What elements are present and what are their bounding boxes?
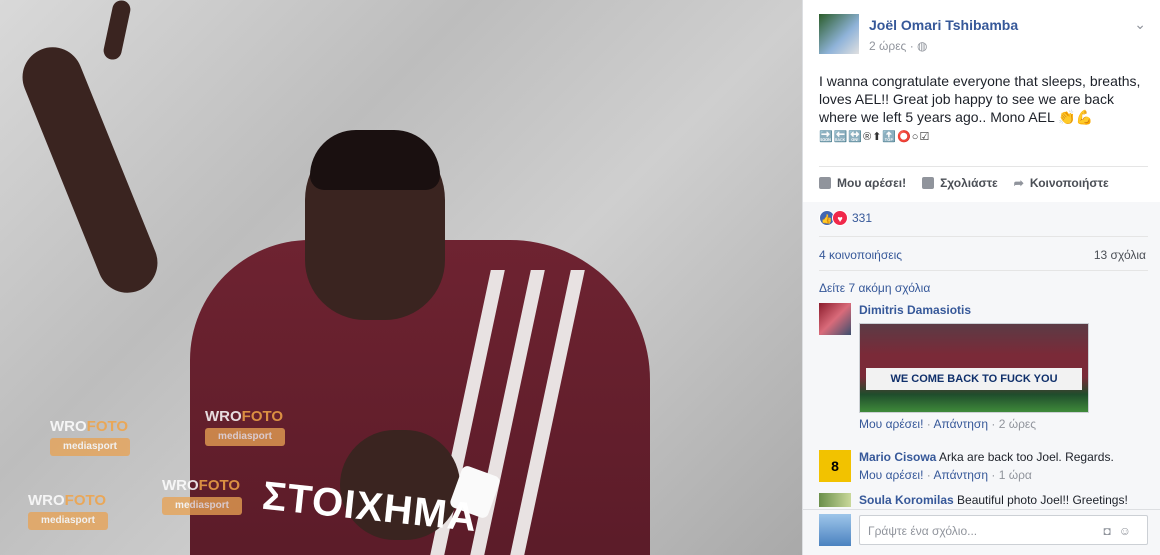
comment-text: Beautiful photo Joel!! Greetings! xyxy=(957,493,1128,507)
post-photo[interactable]: ΣΤΟΙΧΗΜΑ WROFOTO mediasport WROFOTO medi… xyxy=(0,0,802,555)
post-time[interactable]: 2 ώρες xyxy=(869,39,906,53)
like-button[interactable]: Μου αρέσει! xyxy=(819,176,906,190)
engagement-counts: 4 κοινοποιήσεις 13 σχόλια xyxy=(819,248,1146,262)
post-meta: 2 ώρες · ◍ xyxy=(869,39,1018,53)
shares-count[interactable]: 4 κοινοποιήσεις xyxy=(819,248,902,262)
commenter-name[interactable]: Dimitris Damasiotis xyxy=(859,303,1089,317)
comment-time[interactable]: 1 ώρα xyxy=(999,468,1032,482)
commenter-avatar[interactable] xyxy=(819,303,851,335)
image-banner-text: WE COME BACK TO FUCK YOU xyxy=(866,368,1082,390)
comment-item: Dimitris Damasiotis WE COME BACK TO FUCK… xyxy=(819,303,1089,431)
comment-like-link[interactable]: Μου αρέσει! xyxy=(859,417,923,431)
share-label: Κοινοποιήστε xyxy=(1029,176,1109,190)
commenter-avatar[interactable] xyxy=(819,493,851,507)
share-button[interactable]: ➦ Κοινοποιήστε xyxy=(1014,176,1109,190)
post-header: Joël Omari Tshibamba 2 ώρες · ◍ xyxy=(819,14,1018,54)
comments-count[interactable]: 13 σχόλια xyxy=(1094,248,1146,262)
comment-item: 8 Mario Cisowa Arka are back too Joel. R… xyxy=(819,450,1114,482)
comment-time[interactable]: 2 ώρες xyxy=(999,417,1036,431)
divider xyxy=(819,166,1148,167)
divider xyxy=(819,236,1148,237)
post-message: I wanna congratulate everyone that sleep… xyxy=(819,73,1141,125)
comment-composer: Γράψτε ένα σχόλιο... ◘☺ xyxy=(819,514,1148,546)
pointing-finger xyxy=(101,0,133,62)
author-name[interactable]: Joël Omari Tshibamba xyxy=(869,17,1018,33)
commenter-name[interactable]: Soula Koromilas xyxy=(859,493,954,507)
post-text: I wanna congratulate everyone that sleep… xyxy=(819,72,1149,146)
comment-meta: Μου αρέσει! · Απάντηση · 2 ώρες xyxy=(859,417,1037,431)
comment-like-link[interactable]: Μου αρέσει! xyxy=(859,468,923,482)
comment-icon xyxy=(922,177,935,189)
comment-input[interactable]: Γράψτε ένα σχόλιο... ◘☺ xyxy=(859,515,1148,545)
author-avatar[interactable] xyxy=(819,14,859,54)
comment-item: Soula Koromilas Beautiful photo Joel!! G… xyxy=(819,493,1128,507)
comment-label: Σχολιάστε xyxy=(940,176,998,190)
watermark: WROFOTO mediasport xyxy=(205,408,285,446)
reaction-count: 331 xyxy=(852,211,873,225)
love-reaction-icon: ♥ xyxy=(832,210,848,226)
thumbs-up-icon xyxy=(819,177,831,189)
dot-separator: · xyxy=(909,39,918,53)
watermark: WROFOTO mediasport xyxy=(28,492,108,530)
view-more-comments[interactable]: Δείτε 7 ακόμη σχόλια xyxy=(819,281,930,295)
commenter-avatar[interactable]: 8 xyxy=(819,450,851,482)
share-icon: ➦ xyxy=(1013,176,1024,190)
like-label: Μου αρέσει! xyxy=(837,176,907,190)
comment-placeholder: Γράψτε ένα σχόλιο... xyxy=(868,524,978,538)
post-actions: Μου αρέσει! Σχολιάστε ➦ Κοινοποιήστε xyxy=(819,176,1109,190)
comment-text: Arka are back too Joel. Regards. xyxy=(939,450,1114,464)
emoji-line: 🔜🔙🔛®⬆🔝⭕○☑ xyxy=(819,131,931,143)
globe-icon: ◍ xyxy=(917,39,928,53)
photo-viewer: ΣΤΟΙΧΗΜΑ WROFOTO mediasport WROFOTO medi… xyxy=(0,0,1160,555)
divider xyxy=(819,270,1148,271)
watermark: WROFOTO mediasport xyxy=(50,418,130,456)
chevron-down-icon[interactable]: ⌄ xyxy=(1134,16,1146,33)
raised-arm xyxy=(13,38,167,302)
comment-button[interactable]: Σχολιάστε xyxy=(922,176,998,190)
camera-icon[interactable]: ◘ xyxy=(1103,524,1118,538)
watermark: WROFOTO mediasport xyxy=(162,477,242,515)
reactions-summary[interactable]: 👍 ♥ 331 xyxy=(819,210,872,226)
my-avatar xyxy=(819,514,851,546)
post-sidebar: Joël Omari Tshibamba 2 ώρες · ◍ ⌄ I wann… xyxy=(802,0,1160,555)
comment-reply-link[interactable]: Απάντηση xyxy=(933,468,988,482)
divider xyxy=(803,509,1160,510)
player-hair xyxy=(310,130,440,190)
comment-image[interactable]: WE COME BACK TO FUCK YOU xyxy=(859,323,1089,413)
comment-reply-link[interactable]: Απάντηση xyxy=(933,417,988,431)
emoji-icon[interactable]: ☺ xyxy=(1119,524,1139,538)
commenter-name[interactable]: Mario Cisowa xyxy=(859,450,936,464)
comment-meta: Μου αρέσει! · Απάντηση · 1 ώρα xyxy=(859,468,1032,482)
